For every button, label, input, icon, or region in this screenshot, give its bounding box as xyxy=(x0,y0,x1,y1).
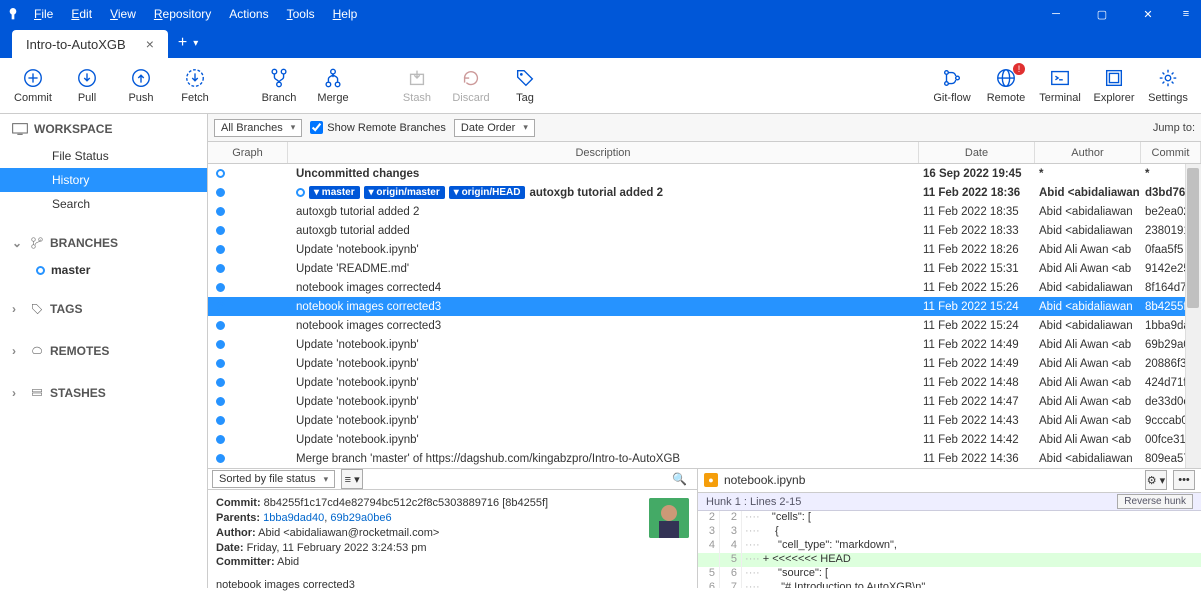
repo-tab-label: Intro-to-AutoXGB xyxy=(26,37,126,52)
search-icon[interactable]: 🔍 xyxy=(672,472,693,486)
tab-dropdown-icon[interactable]: ▾ xyxy=(193,38,198,49)
col-description[interactable]: Description xyxy=(288,142,919,163)
diff-filename: notebook.ipynb xyxy=(724,473,1139,487)
commit-row[interactable]: Update 'notebook.ipynb'11 Feb 2022 18:26… xyxy=(208,240,1201,259)
sidebar-branch-master[interactable]: master xyxy=(0,258,207,282)
col-date[interactable]: Date xyxy=(919,142,1035,163)
commit-row[interactable]: autoxgb tutorial added11 Feb 2022 18:33A… xyxy=(208,221,1201,240)
sidebar-search[interactable]: Search xyxy=(0,192,207,216)
diff-view[interactable]: 22 ···· "cells": [33 ···· {44 ···· "cell… xyxy=(698,511,1201,588)
scrollbar[interactable] xyxy=(1185,164,1201,468)
explorer-button[interactable]: Explorer xyxy=(1087,61,1141,111)
commit-button[interactable]: Commit xyxy=(6,61,60,111)
sidebar-history[interactable]: History xyxy=(0,168,207,192)
menu-edit[interactable]: Edit xyxy=(63,3,100,25)
commit-message: notebook images corrected3 xyxy=(216,578,689,593)
show-remote-checkbox[interactable]: Show Remote Branches xyxy=(310,121,446,134)
list-view-button[interactable]: ≡ ▾ xyxy=(341,469,363,489)
diff-settings-button[interactable]: ⚙ ▾ xyxy=(1145,470,1167,490)
menu-tools[interactable]: Tools xyxy=(279,3,323,25)
col-graph[interactable]: Graph xyxy=(208,142,288,163)
parent-link-1[interactable]: 1bba9dad40 xyxy=(263,512,324,524)
remote-alert-badge: ! xyxy=(1013,63,1025,75)
commit-row[interactable]: Update 'notebook.ipynb'11 Feb 2022 14:48… xyxy=(208,373,1201,392)
fetch-button[interactable]: Fetch xyxy=(168,61,222,111)
tab-close-icon[interactable]: × xyxy=(146,36,154,52)
branches-header[interactable]: ⌄BRANCHES xyxy=(0,228,207,258)
commit-row[interactable]: Update 'notebook.ipynb'11 Feb 2022 14:43… xyxy=(208,411,1201,430)
workspace-header[interactable]: WORKSPACE xyxy=(0,114,207,144)
terminal-button[interactable]: Terminal xyxy=(1033,61,1087,111)
stash-button[interactable]: Stash xyxy=(390,61,444,111)
remote-button[interactable]: !Remote xyxy=(979,61,1033,111)
commit-row[interactable]: Update 'README.md'11 Feb 2022 15:31Abid … xyxy=(208,259,1201,278)
filter-bar: All Branches Show Remote Branches Date O… xyxy=(208,114,1201,142)
commit-row[interactable]: notebook images corrected311 Feb 2022 15… xyxy=(208,297,1201,316)
reverse-hunk-button[interactable]: Reverse hunk xyxy=(1117,494,1193,509)
order-dropdown[interactable]: Date Order xyxy=(454,119,535,137)
repo-tab[interactable]: Intro-to-AutoXGB × xyxy=(12,30,168,58)
menu-help[interactable]: Help xyxy=(325,3,366,25)
app-logo xyxy=(0,6,26,22)
commit-row[interactable]: autoxgb tutorial added 211 Feb 2022 18:3… xyxy=(208,202,1201,221)
new-tab-button[interactable]: + xyxy=(178,34,187,52)
tags-header[interactable]: ›TAGS xyxy=(0,294,207,324)
col-commit[interactable]: Commit xyxy=(1141,142,1201,163)
stashes-header[interactable]: ›STASHES xyxy=(0,378,207,408)
sort-dropdown[interactable]: Sorted by file status xyxy=(212,470,335,488)
tag-button[interactable]: Tag xyxy=(498,61,552,111)
hamburger-button[interactable]: ≡ xyxy=(1171,0,1201,28)
jump-to-label[interactable]: Jump to: xyxy=(1153,122,1195,134)
remotes-header[interactable]: ›REMOTES xyxy=(0,336,207,366)
sidebar: WORKSPACE File Status History Search ⌄BR… xyxy=(0,114,208,588)
commit-row[interactable]: Update 'notebook.ipynb'11 Feb 2022 14:47… xyxy=(208,392,1201,411)
branch-button[interactable]: Branch xyxy=(252,61,306,111)
push-button[interactable]: Push xyxy=(114,61,168,111)
maximize-button[interactable]: ▢ xyxy=(1079,0,1125,28)
scrollbar-thumb[interactable] xyxy=(1187,168,1199,308)
menu-file[interactable]: File xyxy=(26,3,61,25)
commit-row[interactable]: notebook images corrected411 Feb 2022 15… xyxy=(208,278,1201,297)
commit-row[interactable]: Update 'notebook.ipynb'11 Feb 2022 14:49… xyxy=(208,335,1201,354)
menu-view[interactable]: View xyxy=(102,3,144,25)
commit-list[interactable]: Uncommitted changes16 Sep 2022 19:45**▾ … xyxy=(208,164,1201,468)
commit-row[interactable]: Update 'notebook.ipynb'11 Feb 2022 14:42… xyxy=(208,430,1201,449)
menu-actions[interactable]: Actions xyxy=(221,3,276,25)
parent-link-2[interactable]: 69b29a0be6 xyxy=(330,512,391,524)
discard-button[interactable]: Discard xyxy=(444,61,498,111)
diff-more-button[interactable]: ••• xyxy=(1173,470,1195,490)
settings-button[interactable]: Settings xyxy=(1141,61,1195,111)
column-headers: Graph Description Date Author Commit xyxy=(208,142,1201,164)
file-modified-icon: ● xyxy=(704,473,718,487)
author-avatar xyxy=(649,498,689,538)
commit-row[interactable]: Uncommitted changes16 Sep 2022 19:45** xyxy=(208,164,1201,183)
menu-repository[interactable]: Repository xyxy=(146,3,219,25)
sidebar-file-status[interactable]: File Status xyxy=(0,144,207,168)
hunk-header: Hunk 1 : Lines 2-15 Reverse hunk xyxy=(698,493,1201,511)
commit-row[interactable]: ▾ master▾ origin/master▾ origin/HEAD aut… xyxy=(208,183,1201,202)
minimize-button[interactable]: ─ xyxy=(1033,0,1079,28)
branch-filter-dropdown[interactable]: All Branches xyxy=(214,119,302,137)
tab-bar: Intro-to-AutoXGB × + ▾ xyxy=(0,28,1201,58)
commit-row[interactable]: notebook images corrected311 Feb 2022 15… xyxy=(208,316,1201,335)
col-author[interactable]: Author xyxy=(1035,142,1141,163)
title-bar: File Edit View Repository Actions Tools … xyxy=(0,0,1201,28)
merge-button[interactable]: Merge xyxy=(306,61,360,111)
commit-row[interactable]: Update 'notebook.ipynb'11 Feb 2022 14:49… xyxy=(208,354,1201,373)
pull-button[interactable]: Pull xyxy=(60,61,114,111)
commit-details: Commit: 8b4255f1c17cd4e82794bc512c2f8c53… xyxy=(208,490,697,599)
detail-pane: Sorted by file status ≡ ▾ 🔍 Commit: 8b42… xyxy=(208,468,1201,588)
branch-indicator-icon xyxy=(36,266,45,275)
commit-row[interactable]: Merge branch 'master' of https://dagshub… xyxy=(208,449,1201,468)
toolbar: Commit Pull Push Fetch Branch Merge Stas… xyxy=(0,58,1201,114)
close-button[interactable]: ✕ xyxy=(1125,0,1171,28)
gitflow-button[interactable]: Git-flow xyxy=(925,61,979,111)
